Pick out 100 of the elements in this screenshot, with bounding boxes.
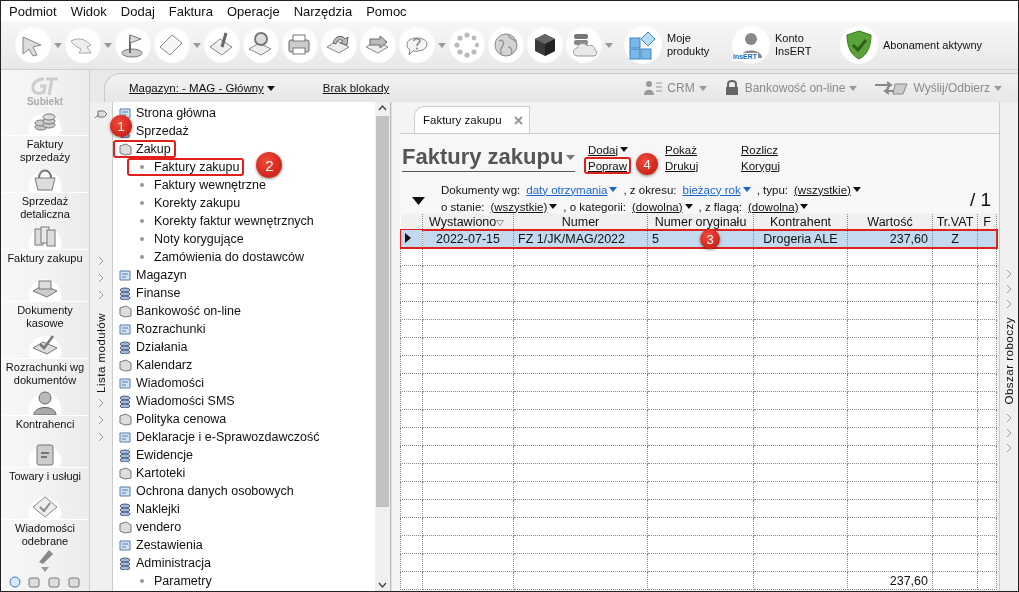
collapse-triangle-icon[interactable] [412, 197, 425, 205]
menu-item[interactable]: Faktura [168, 3, 213, 19]
chevron-right-icon[interactable] [1005, 441, 1013, 454]
warehouse-selector[interactable]: Magazyn: - MAG - Główny [129, 82, 275, 94]
tree-item[interactable]: Polityka cenowa [136, 412, 227, 426]
column-header[interactable]: Wartość [847, 214, 933, 230]
chevron-right-icon[interactable] [97, 254, 105, 268]
menu-item[interactable]: Narzędzia [293, 3, 353, 19]
tree-item[interactable]: Strona główna [136, 106, 216, 120]
column-header[interactable]: Numer oryginału [647, 214, 754, 230]
tree-item[interactable]: Zestawienia [136, 538, 203, 552]
dropdown-caret-icon[interactable] [54, 42, 62, 48]
tree-item[interactable]: Ochrona danych osobowych [136, 484, 294, 498]
lock-status-link[interactable]: Brak blokady [322, 82, 390, 94]
tree-item[interactable]: Działania [136, 340, 188, 354]
tree-item[interactable]: Magazyn [136, 268, 187, 282]
tree-item[interactable]: Ewidencje [136, 448, 193, 462]
dropdown-caret-icon[interactable] [438, 42, 446, 48]
menu-item[interactable]: Pomoc [366, 3, 407, 19]
tree-item[interactable]: Wiadomości [136, 376, 205, 390]
tree-item[interactable]: Kartoteki [136, 466, 186, 480]
chevron-right-icon[interactable] [1005, 426, 1013, 439]
menu-item[interactable]: Operacje [226, 3, 280, 19]
tree-item[interactable]: Deklaracje i e-Sprawozdawczość [136, 430, 320, 444]
column-header[interactable]: Numer [513, 214, 648, 230]
filter-value[interactable]: (wszystkie) [794, 183, 861, 196]
tree-item[interactable]: vendero [136, 520, 182, 534]
tree-item[interactable]: Parametry [154, 574, 212, 588]
chevron-right-icon[interactable] [97, 271, 105, 285]
module-shortcut[interactable]: Wiadomości odebrane [2, 491, 88, 548]
tree-item[interactable]: Zamówienia do dostawców [154, 250, 305, 264]
filter-value[interactable]: daty otrzymania [526, 183, 618, 196]
shortcut-button[interactable]: Moje produkty [624, 25, 721, 65]
tree-item[interactable]: Noty korygujące [154, 232, 244, 246]
module-shortcut[interactable]: Faktury zakupu [2, 220, 88, 273]
tree-item[interactable]: Zakup [136, 142, 171, 156]
dropdown-caret-icon[interactable] [193, 42, 201, 48]
action-link[interactable]: Popraw [584, 157, 631, 174]
dropdown-caret-icon[interactable] [104, 42, 112, 48]
action-link[interactable]: Drukuj [661, 157, 703, 174]
document-tab[interactable]: Faktury zakupu [414, 106, 530, 133]
tree-item[interactable]: Sprzedaż [136, 124, 189, 138]
chevron-right-icon[interactable] [1005, 268, 1013, 280]
filter-value[interactable]: (dowolna) [748, 200, 809, 213]
circle-icon[interactable] [8, 575, 22, 589]
chevron-right-icon[interactable] [97, 413, 105, 427]
action-link[interactable]: Dodaj [584, 141, 633, 158]
menu-item[interactable]: Podmiot [9, 3, 57, 19]
filter-value[interactable]: bieżący rok [682, 183, 751, 196]
column-header[interactable]: Tr.VAT [932, 214, 978, 230]
back-button[interactable] [15, 27, 51, 63]
close-icon[interactable] [513, 115, 523, 125]
sync-button[interactable] [449, 27, 485, 63]
cloud-button[interactable] [566, 27, 602, 63]
cube-button[interactable] [527, 27, 563, 63]
export-button[interactable] [360, 27, 396, 63]
page-button[interactable] [154, 27, 190, 63]
tree-item[interactable]: Korekty faktur wewnętrznych [154, 214, 314, 228]
expand-caret-icon[interactable] [41, 567, 49, 572]
flag-button[interactable] [115, 27, 151, 63]
help-button[interactable] [399, 27, 435, 63]
action-link[interactable]: Koryguj [737, 157, 784, 174]
column-header[interactable]: Wystawiono [422, 214, 514, 230]
module-shortcut[interactable]: Rozrachunki wg dokumentów [2, 329, 88, 387]
tree-item[interactable]: Faktury wewnętrzne [154, 178, 266, 192]
view-title[interactable]: Faktury zakupu [402, 144, 576, 172]
subscription-status[interactable]: Abonament aktywny [840, 25, 983, 65]
tree-item[interactable]: Bankowość on-line [136, 304, 241, 318]
brush-button[interactable] [204, 27, 240, 63]
menu-item[interactable]: Dodaj [120, 3, 155, 19]
module-shortcut[interactable]: Sprzedaż detaliczna [2, 163, 88, 221]
tree-item[interactable]: Wiadomości SMS [136, 394, 235, 408]
import-button[interactable] [321, 27, 357, 63]
tree-item[interactable]: Finanse [136, 286, 181, 300]
chevron-right-icon[interactable] [97, 396, 105, 410]
tree-item[interactable]: Kalendarz [136, 358, 193, 372]
printer-button[interactable] [282, 27, 318, 63]
filter-value[interactable]: (wszystkie) [490, 200, 558, 213]
tree-item[interactable]: Administracja [136, 556, 212, 570]
dropdown-caret-icon[interactable] [605, 42, 613, 48]
tree-item[interactable]: Rozrachunki [136, 322, 206, 336]
column-header[interactable]: Kontrahent [753, 214, 848, 230]
tree-item[interactable]: Naklejki [136, 502, 180, 516]
module-shortcut[interactable]: Faktury sprzedaży [2, 106, 88, 164]
module-shortcut[interactable]: Kontrahenci [2, 386, 88, 439]
module-shortcut[interactable]: Dokumenty kasowe [2, 272, 88, 330]
chevron-right-icon[interactable] [97, 288, 105, 302]
chevron-right-icon[interactable] [1005, 298, 1013, 310]
chevron-right-icon[interactable] [1005, 283, 1013, 295]
chevron-right-icon[interactable] [1005, 411, 1013, 424]
menu-item[interactable]: Widok [70, 3, 107, 19]
chevron-right-icon[interactable] [97, 430, 105, 444]
action-link[interactable]: Rozlicz [737, 141, 783, 158]
action-link[interactable]: Pokaż [661, 141, 701, 158]
tree-item[interactable]: Korekty zakupu [154, 196, 241, 210]
module-shortcut[interactable]: Towary i usługi [2, 438, 88, 491]
filter-value[interactable]: (dowolna) [632, 200, 693, 213]
pin-icon[interactable] [93, 108, 109, 120]
scrollbar-thumb[interactable] [376, 116, 389, 507]
tree-item[interactable]: Faktury zakupu [154, 160, 240, 174]
